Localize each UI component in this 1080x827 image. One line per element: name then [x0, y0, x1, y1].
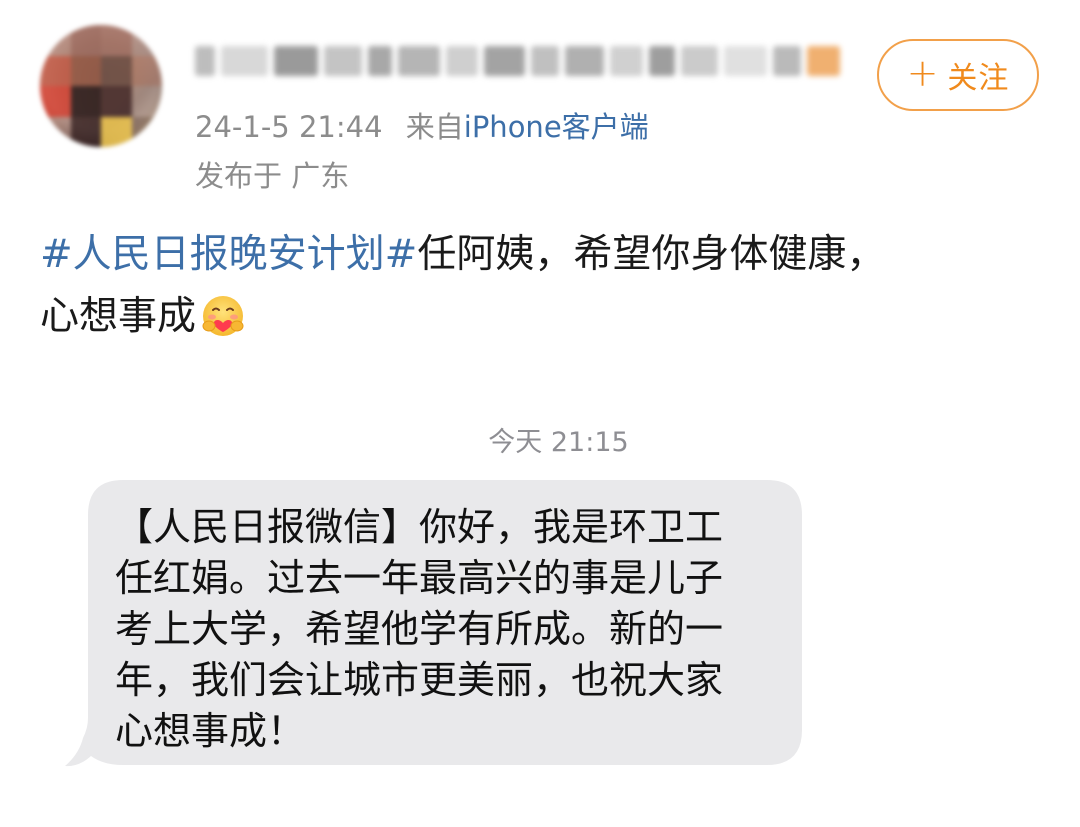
plus-icon: +: [906, 51, 940, 95]
post-location: 发布于 广东: [195, 159, 350, 193]
hashtag-link[interactable]: #人民日报晚安计划#: [40, 232, 417, 277]
sms-line: 心想事成！: [115, 709, 306, 753]
post-timestamp: 24-1-5 21:44: [195, 110, 383, 144]
post-body: #人民日报晚安计划#任阿姨，希望你身体健康， 心想事成: [40, 224, 1040, 348]
follow-button[interactable]: + 关注: [877, 39, 1039, 111]
user-avatar[interactable]: [40, 25, 162, 147]
sms-line: 任红娟。过去一年最高兴的事是儿子: [115, 556, 724, 600]
sms-line: 考上大学，希望他学有所成。新的一: [115, 607, 724, 651]
username-redacted[interactable]: [195, 40, 840, 82]
post-meta: 24-1-5 21:44 来自iPhone客户端: [195, 104, 649, 146]
source-client-link[interactable]: iPhone客户端: [464, 110, 649, 144]
post-text-line1: 任阿姨，希望你身体健康，: [417, 232, 886, 277]
from-label: 来自: [405, 110, 464, 144]
follow-label: 关注: [947, 61, 1010, 96]
hugging-face-emoji-icon: [202, 296, 244, 336]
post-text-line2: 心想事成: [40, 294, 197, 339]
sms-message-text: 【人民日报微信】你好，我是环卫工 任红娟。过去一年最高兴的事是儿子 考上大学，希…: [115, 502, 795, 757]
sms-timestamp: 今天 21:15: [488, 427, 629, 458]
sms-line: 年，我们会让城市更美丽，也祝大家: [115, 658, 724, 702]
sms-line: 【人民日报微信】你好，我是环卫工: [115, 505, 724, 549]
sms-message-bubble[interactable]: 【人民日报微信】你好，我是环卫工 任红娟。过去一年最高兴的事是儿子 考上大学，希…: [65, 480, 805, 770]
avatar-blur-pattern: [40, 25, 162, 147]
